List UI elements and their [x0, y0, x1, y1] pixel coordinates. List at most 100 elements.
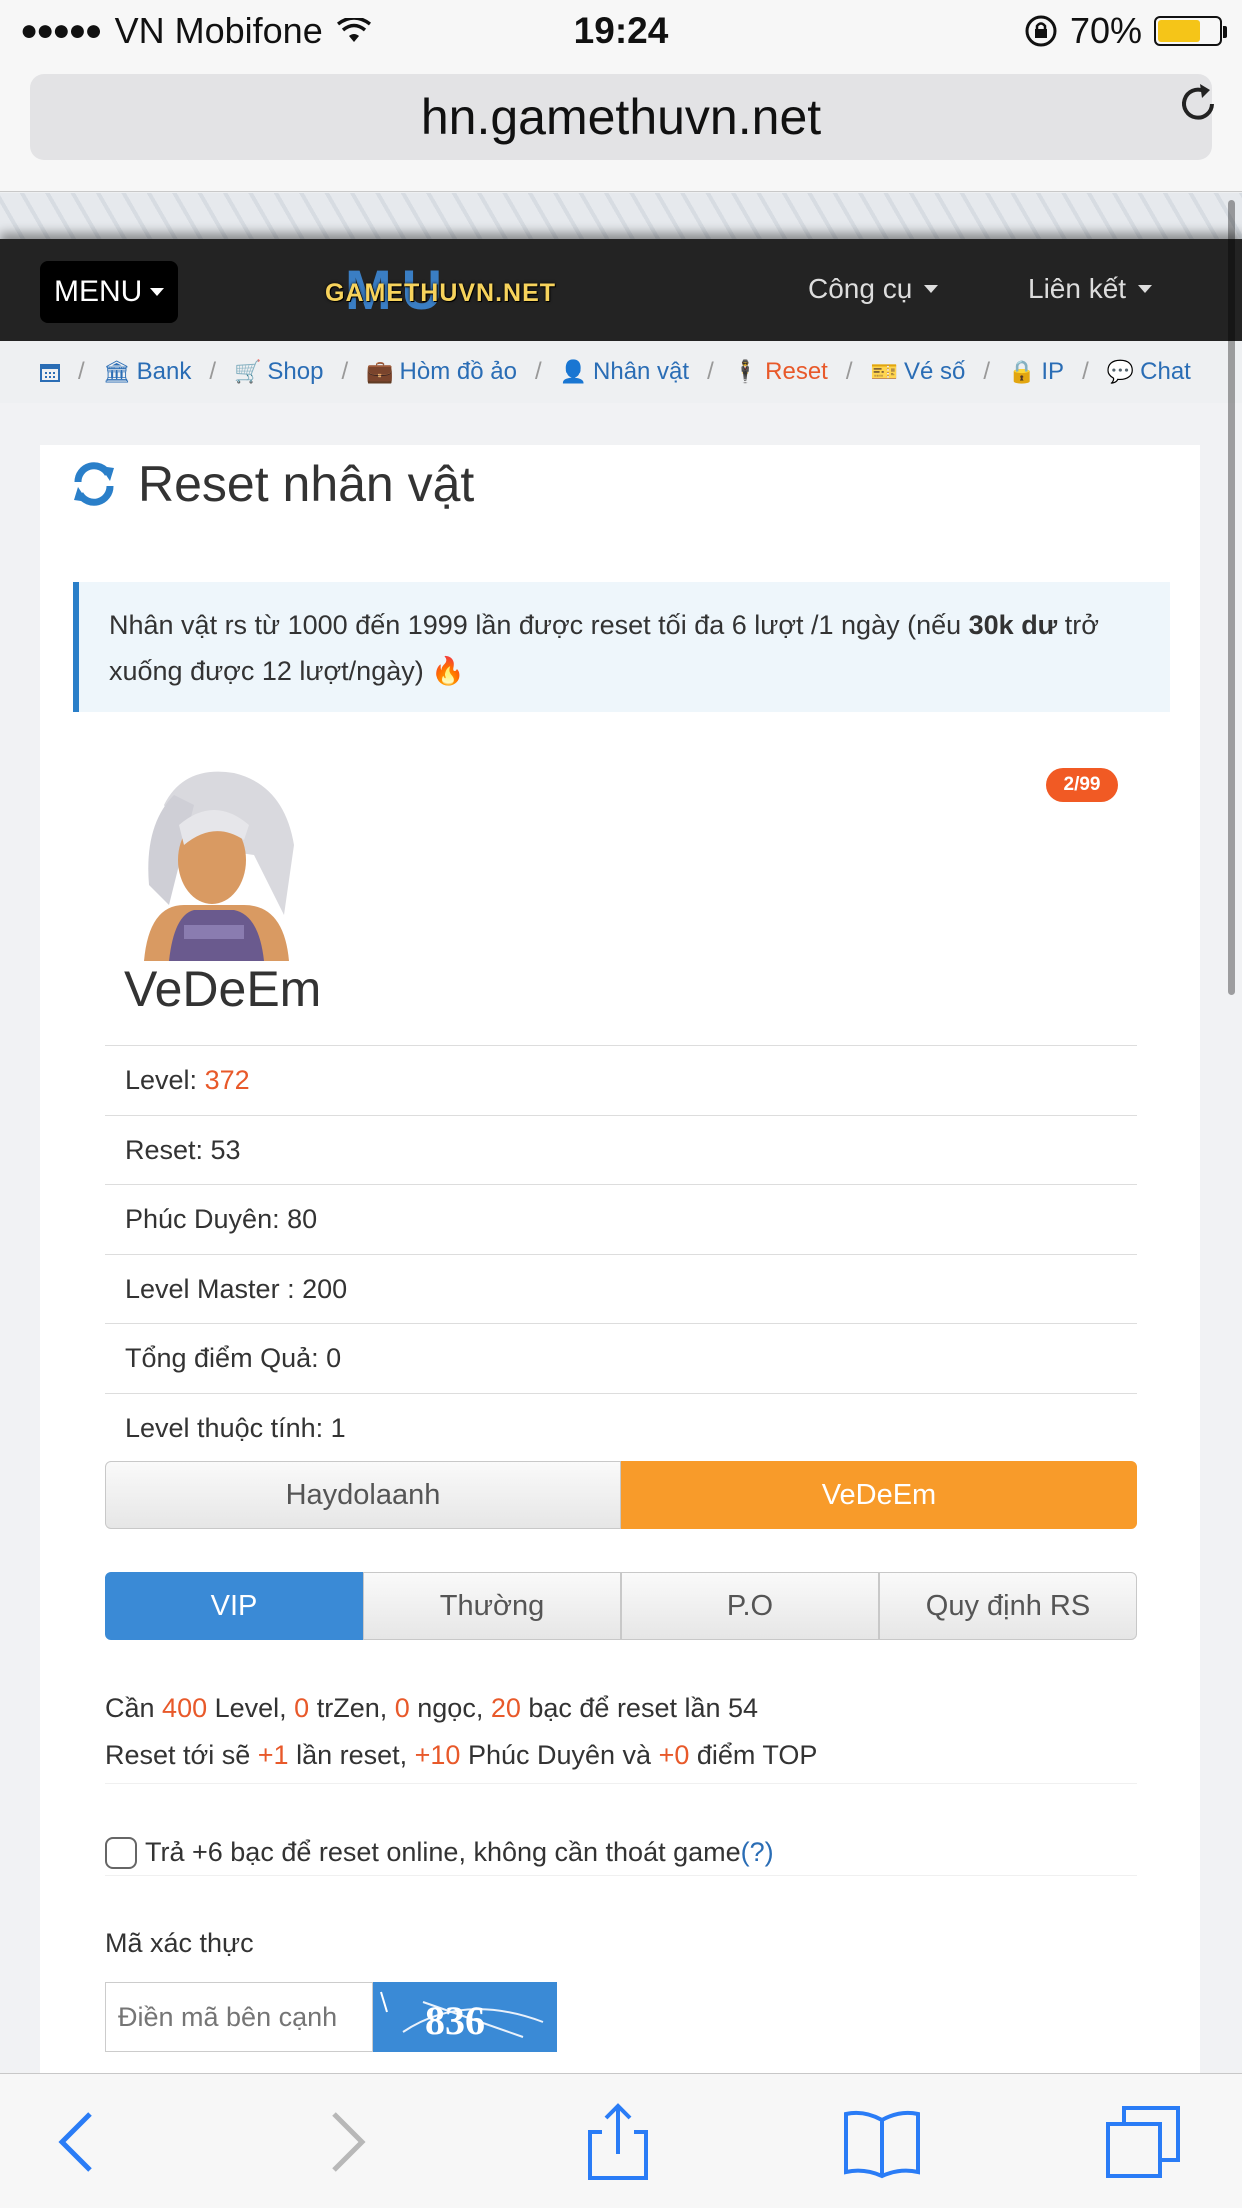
reward-phuc-duyen-value: +10 [414, 1740, 461, 1770]
breadcrumb-separator: / [78, 358, 85, 385]
breadcrumb-separator: / [1082, 358, 1089, 385]
captcha-image[interactable]: 836 [373, 1982, 557, 2052]
character-name: VeDeEm [124, 961, 322, 1017]
breadcrumb-label: Bank [136, 358, 192, 385]
captcha-text: 836 [425, 1998, 485, 2043]
header-decoration [0, 193, 1242, 239]
briefcase-icon: 💼 [366, 359, 394, 384]
req-text: ngọc, [409, 1693, 491, 1723]
breadcrumb-bank[interactable]: 🏛 Bank [103, 358, 192, 386]
tab-po[interactable]: P.O [621, 1572, 879, 1640]
tabs-icon [1106, 2106, 1180, 2178]
address-bar[interactable]: hn.gamethuvn.net [30, 74, 1212, 160]
requirements-line: Cần 400 Level, 0 trZen, 0 ngọc, 20 bạc đ… [105, 1685, 1137, 1732]
breadcrumb-ve-so[interactable]: 🎫 Vé số [871, 358, 966, 386]
breadcrumb-label: Shop [267, 358, 324, 385]
tabs-button[interactable] [1104, 2102, 1184, 2182]
reward-text: điểm TOP [689, 1740, 818, 1770]
tab-thuong[interactable]: Thường [363, 1572, 621, 1640]
forward-arrow-icon [332, 2112, 366, 2172]
online-reset-checkbox[interactable] [105, 1836, 137, 1869]
chevron-down-icon [1138, 285, 1153, 293]
tools-dropdown[interactable]: Công cụ [808, 273, 939, 305]
breadcrumb-label: Chat [1140, 358, 1191, 385]
breadcrumb-separator: / [209, 358, 216, 385]
tab-vip[interactable]: VIP [105, 1572, 363, 1640]
reward-text: Reset tới sẽ [105, 1740, 258, 1770]
reset-user-icon: 🕴 [731, 359, 760, 384]
character-option-vedeem[interactable]: VeDeEm [621, 1461, 1137, 1529]
chat-icon: 💬 [1106, 359, 1135, 384]
breadcrumb-separator: / [341, 358, 349, 385]
battery-icon [1154, 16, 1227, 46]
back-button[interactable] [38, 2102, 118, 2182]
page-scrollbar[interactable] [1228, 200, 1235, 995]
breadcrumb-hom-do-ao[interactable]: 💼 Hòm đồ ảo [366, 358, 517, 386]
site-logo[interactable]: MU GAMETHUVN.NET [325, 262, 565, 318]
notice-bold-text: 30k dư [968, 610, 1058, 640]
menu-button[interactable]: MENU [40, 261, 179, 323]
reward-reset-value: +1 [257, 1740, 289, 1770]
breadcrumb-chat[interactable]: 💬 Chat [1107, 358, 1191, 386]
breadcrumb-ip[interactable]: 🔒 IP [1008, 358, 1064, 386]
logo-text: GAMETHUVN.NET [325, 279, 557, 307]
breadcrumb-separator: / [845, 358, 853, 385]
reward-text: lần reset, [288, 1740, 415, 1770]
battery-info: 70% [1024, 10, 1227, 52]
stat-tong-diem-qua: Tổng điểm Quả: 0 [105, 1323, 1137, 1393]
reload-button[interactable] [1174, 80, 1222, 137]
refresh-icon [74, 462, 114, 506]
req-ngoc-value: 0 [394, 1693, 410, 1723]
links-dropdown[interactable]: Liên kết [1028, 273, 1153, 305]
forward-button[interactable] [306, 2102, 386, 2182]
lock-icon: 🔒 [1007, 359, 1036, 384]
stat-level-thuoc-tinh: Level thuộc tính: 1 [105, 1392, 1137, 1463]
notice-text-start: Nhân vật rs từ 1000 đến 1999 lần được re… [109, 610, 969, 640]
url-text: hn.gamethuvn.net [420, 89, 822, 145]
chevron-down-icon [924, 285, 939, 293]
tab-quy-dinh-rs[interactable]: Quy định RS [879, 1572, 1137, 1640]
back-arrow-icon [58, 2112, 92, 2172]
user-icon: 👤 [559, 359, 588, 384]
reload-icon [1182, 84, 1214, 120]
stat-level-master: Level Master : 200 [105, 1253, 1137, 1324]
share-button[interactable] [578, 2102, 658, 2182]
online-reset-option: Trả +6 bạc để reset online, không cần th… [105, 1830, 1137, 1876]
breadcrumb-nhan-vat[interactable]: 👤 Nhân vật [560, 358, 689, 386]
bookmarks-button[interactable] [842, 2102, 922, 2182]
reset-type-tabs: VIP Thường P.O Quy định RS [105, 1572, 1137, 1640]
character-selector: Haydolaanh VeDeEm [105, 1461, 1137, 1529]
tools-label: Công cụ [808, 273, 913, 304]
stat-level: Level: 372 [105, 1045, 1137, 1115]
menu-label: MENU [54, 275, 143, 308]
req-text: bạc để reset lần 54 [520, 1693, 759, 1723]
stat-level-label: Level: [125, 1065, 205, 1095]
captcha-input[interactable] [105, 1982, 373, 2052]
character-avatar [124, 765, 308, 961]
site-navbar: MENU MU GAMETHUVN.NET Công cụ Liên kết [0, 239, 1242, 341]
character-stats: Level: 372 Reset: 53 Phúc Duyên: 80 Leve… [105, 1045, 1137, 1462]
reward-line: Reset tới sẽ +1 lần reset, +10 Phúc Duyê… [105, 1732, 1137, 1779]
fire-icon: 🔥 [431, 656, 465, 686]
breadcrumb-separator: / [534, 358, 542, 385]
browser-bar: hn.gamethuvn.net [0, 62, 1242, 192]
stat-phuc-duyen: Phúc Duyên: 80 [105, 1184, 1137, 1254]
req-trzen-value: 0 [294, 1693, 310, 1723]
character-option-haydolaanh[interactable]: Haydolaanh [105, 1461, 621, 1529]
online-reset-help-link[interactable]: (?) [741, 1837, 774, 1868]
page-heading: Reset nhân vật [70, 455, 474, 513]
breadcrumb-reset[interactable]: 🕴 Reset [732, 358, 828, 386]
breadcrumb-calendar[interactable] [40, 362, 60, 382]
rotation-lock-icon [1025, 15, 1057, 47]
status-bar: ●●●●● VN Mobifone 19:24 70% [0, 0, 1242, 62]
bookmarks-icon [844, 2110, 920, 2179]
breadcrumb-label: Nhân vật [593, 358, 690, 385]
online-reset-label: Trả +6 bạc để reset online, không cần th… [145, 1837, 741, 1867]
bank-icon: 🏛 [102, 359, 131, 384]
reward-text: Phúc Duyên và [460, 1740, 659, 1770]
ticket-icon: 🎫 [870, 359, 898, 384]
breadcrumb-shop[interactable]: 🛒 Shop [234, 358, 323, 386]
links-label: Liên kết [1028, 273, 1127, 304]
req-bac-value: 20 [490, 1693, 521, 1723]
breadcrumb-separator: / [707, 358, 714, 385]
